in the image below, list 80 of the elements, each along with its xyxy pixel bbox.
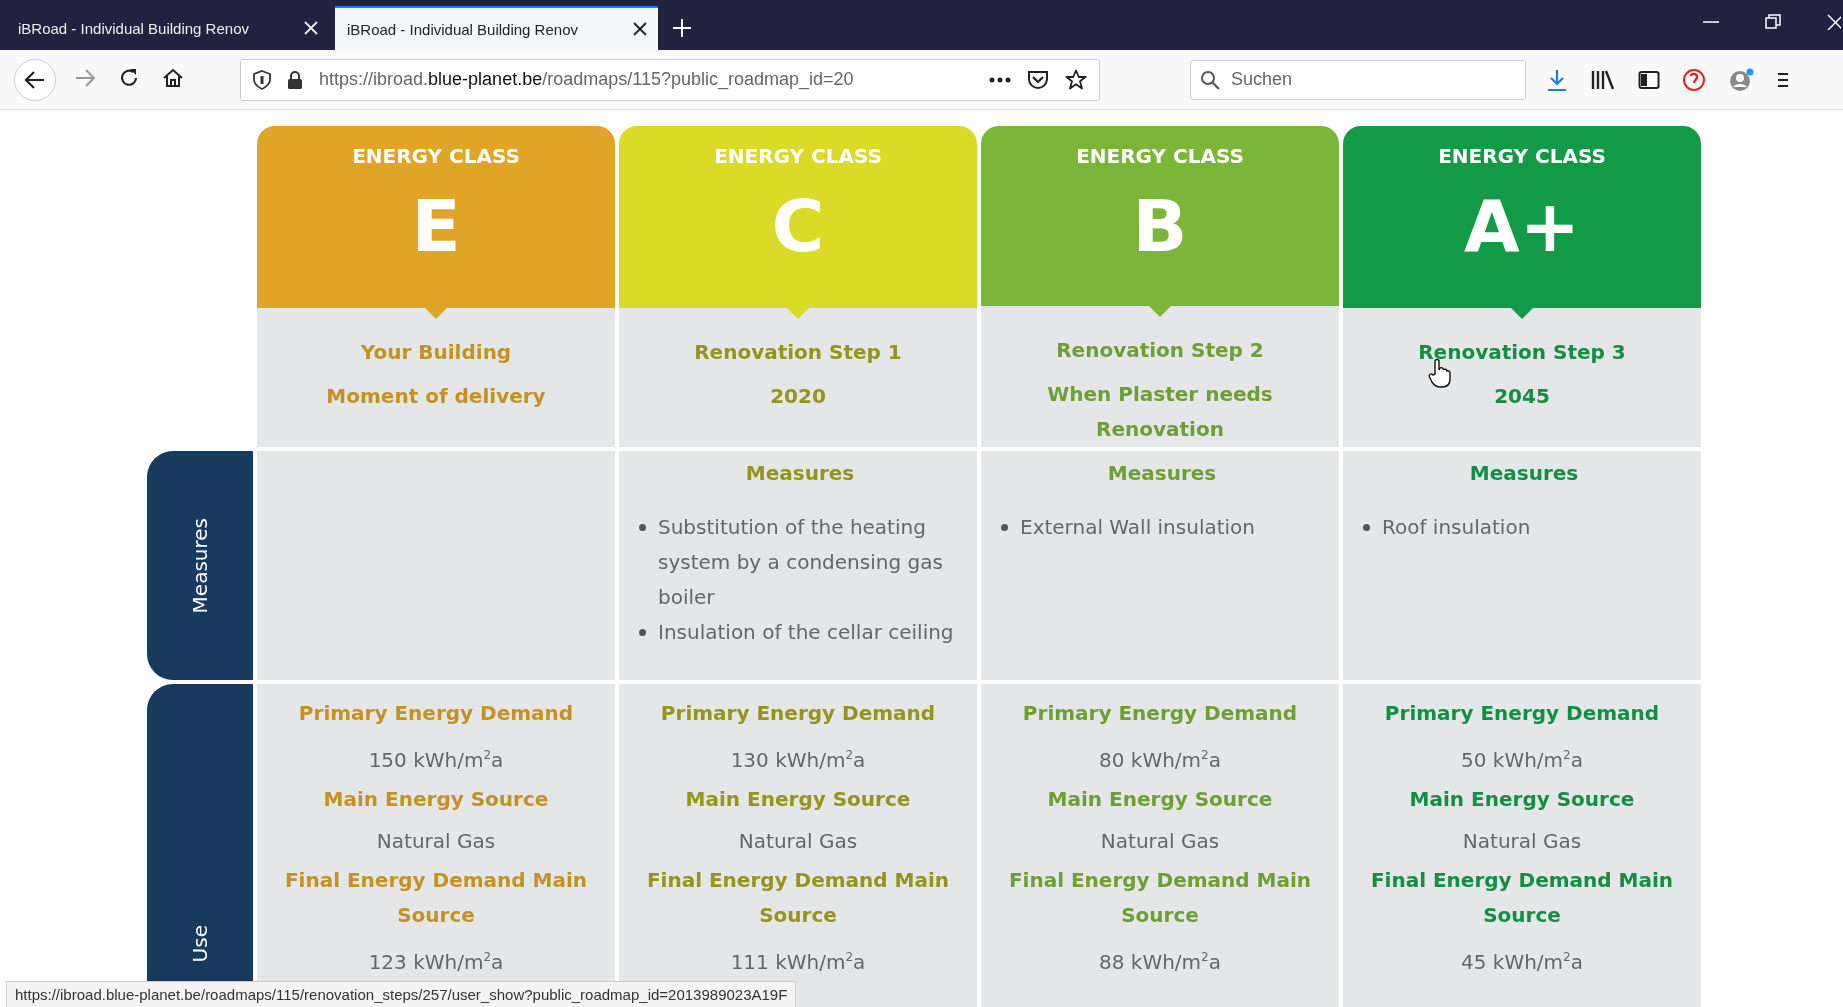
energy-label: Final Energy Demand Main Source <box>645 866 951 929</box>
step-title: 2045 <box>1494 383 1550 410</box>
energy-value: 123 kWh/m$^{2}$a <box>367 948 505 976</box>
energy-label: Main Energy Source <box>1408 785 1636 813</box>
minimize-icon[interactable] <box>1703 20 1719 24</box>
energy-label: Primary Energy Demand <box>297 700 575 727</box>
bullet-icon <box>639 524 646 531</box>
step-title: Your Building <box>360 339 512 366</box>
energy-value: 45 kWh/m$^{2}$a <box>1460 948 1584 976</box>
url-text: https://ibroad.blue-planet.be/roadmaps/115?public_roadmap_id=20 <box>319 69 855 90</box>
header-label: ENERGY CLASS <box>352 144 520 168</box>
home-icon[interactable] <box>162 66 184 89</box>
step-title: Renovation Step 1 <box>694 339 902 366</box>
new-tab-icon[interactable] <box>672 18 692 38</box>
lock-icon <box>287 69 303 90</box>
pocket-icon[interactable] <box>1027 69 1049 90</box>
energy-value: 150 kWh/m$^{2}$a <box>367 746 505 774</box>
energy-value: Natural Gas <box>375 827 497 855</box>
step-title: Moment of delivery <box>326 383 546 410</box>
browser-tab[interactable]: iBRoad - Individual Building Renov <box>335 6 658 50</box>
energy-label: Main Energy Source <box>1046 785 1274 813</box>
energy-label: Final Energy Demand Main Source <box>1007 866 1313 929</box>
measure-item: Insulation of the cellar ceiling <box>658 619 954 646</box>
row-label: Measures <box>147 451 253 680</box>
sidebar-icon[interactable] <box>1638 69 1660 90</box>
step-title: 2020 <box>770 383 826 410</box>
bullet-icon <box>1363 524 1370 531</box>
header-label: ENERGY CLASS <box>1076 144 1244 168</box>
library-icon[interactable] <box>1590 68 1616 91</box>
energy-value: 80 kWh/m$^{2}$a <box>1098 746 1222 774</box>
measures-title: Measures <box>1106 461 1218 485</box>
search-icon <box>1200 69 1220 90</box>
forward-icon[interactable] <box>74 66 96 89</box>
energy-value: 88 kWh/m$^{2}$a <box>1098 948 1222 976</box>
energy-value: 111 kWh/m$^{2}$a <box>729 948 867 976</box>
restore-icon[interactable] <box>1765 14 1781 30</box>
class-letter: B <box>1132 190 1188 262</box>
energy-label: Final Energy Demand Main Source <box>283 866 589 929</box>
step-title: Renovation Step 2 <box>1056 337 1264 364</box>
energy-value: Natural Gas <box>1099 827 1221 855</box>
energy-value: 130 kWh/m$^{2}$a <box>729 746 867 774</box>
close-window-icon[interactable] <box>1827 14 1841 30</box>
energy-label: Primary Energy Demand <box>659 700 937 727</box>
step-title: When Plaster needs Renovation <box>1046 381 1274 443</box>
energy-label: Final Energy Demand Main Source <box>1369 866 1675 929</box>
shield-icon[interactable] <box>253 69 271 90</box>
back-arrow-icon <box>24 68 46 91</box>
energy-value: Natural Gas <box>1461 827 1583 855</box>
class-letter: E <box>411 190 461 262</box>
energy-label: Primary Energy Demand <box>1021 700 1299 727</box>
measure-item: External Wall insulation <box>1020 514 1255 541</box>
close-icon[interactable] <box>632 21 648 37</box>
bullet-icon <box>1001 524 1008 531</box>
energy-value: Natural Gas <box>737 827 859 855</box>
star-icon[interactable] <box>1065 68 1087 91</box>
browser-tab[interactable]: iBRoad - Individual Building Renov <box>6 6 329 50</box>
energy-value: 50 kWh/m$^{2}$a <box>1460 746 1584 774</box>
more-icon[interactable] <box>989 76 1011 83</box>
header-label: ENERGY CLASS <box>714 144 882 168</box>
class-letter: A+ <box>1463 190 1581 262</box>
back-button[interactable] <box>14 58 56 101</box>
account-icon[interactable] <box>1728 67 1754 92</box>
step-title: Renovation Step 3 <box>1418 339 1626 366</box>
energy-label: Primary Energy Demand <box>1383 700 1661 727</box>
measure-item: Roof insulation <box>1382 514 1531 541</box>
class-letter: C <box>771 190 825 262</box>
energy-label: Main Energy Source <box>322 785 550 813</box>
status-url: https://ibroad.blue-planet.be/roadmaps/115/renovation_steps/257/user_show?public_roadmap_id=2013989023A19F <box>6 981 797 1007</box>
address-bar[interactable]: https://ibroad.blue-planet.be/roadmaps/115?public_roadmap_id=20 <box>240 58 1100 101</box>
hand-cursor-icon <box>1428 358 1452 388</box>
energy-label: Main Energy Source <box>684 785 912 813</box>
bullet-icon <box>639 629 646 636</box>
header-label: ENERGY CLASS <box>1438 144 1606 168</box>
search-field[interactable]: Suchen <box>1190 59 1526 100</box>
reload-icon[interactable] <box>118 66 140 89</box>
download-icon[interactable] <box>1546 67 1568 92</box>
extension-icon[interactable] <box>1682 67 1706 92</box>
measures-title: Measures <box>744 461 856 485</box>
measure-item: Substitution of the heating system by a condensing gas boiler <box>658 514 944 611</box>
measures-title: Measures <box>1468 461 1580 485</box>
